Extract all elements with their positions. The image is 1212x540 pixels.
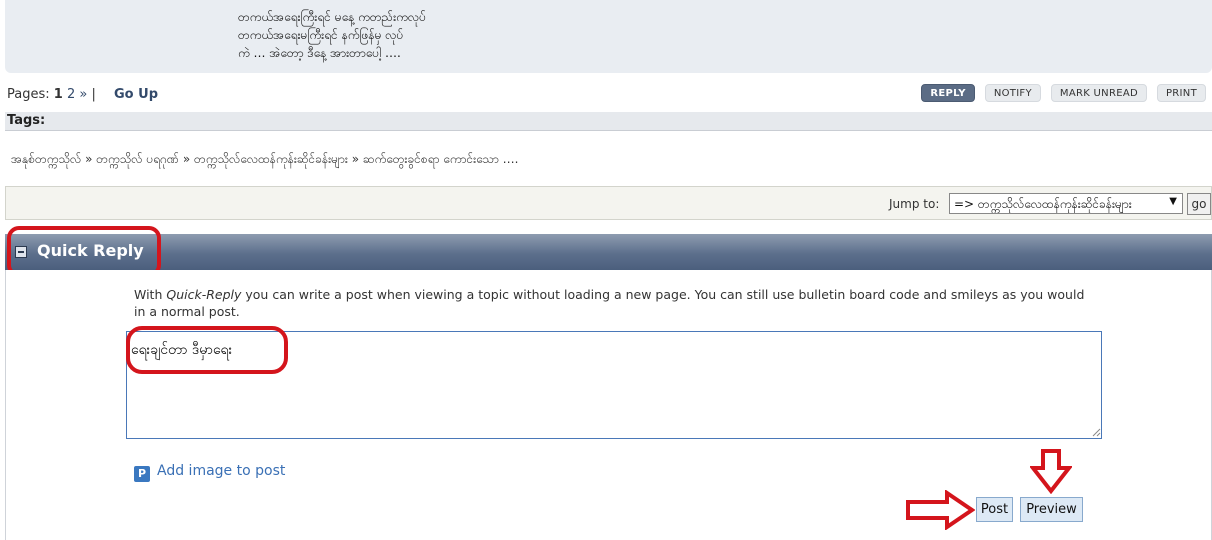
quick-reply-header[interactable]: Quick Reply <box>5 234 1212 270</box>
post-text: တကယ်အရေးကြီးရင် မနေ့ ကတည်းကလုပ် တကယ်အရေး… <box>238 8 426 62</box>
post-line: တကယ်အရေးမကြီးရင် နက်ဖြန်မှ လုပ် <box>238 28 404 42</box>
pages-separator: | <box>91 87 96 102</box>
breadcrumb-current: ဆက်တွေးခွင်စရာ ကောင်းသော …. <box>362 152 519 166</box>
post-body: တကယ်အရေးကြီးရင် မနေ့ ကတည်းကလုပ် တကယ်အရေး… <box>5 0 1212 73</box>
breadcrumb-item[interactable]: တက္ကသိုလ် ပရဂုဏ် <box>96 152 179 166</box>
arrow-right-icon <box>906 490 975 530</box>
description-text: With <box>134 287 167 302</box>
jump-bar: Jump to: => တက္ကသိုလ်လေထန်ကုန်းဆိုင်ခန်း… <box>5 186 1212 220</box>
breadcrumb: အနုစ်တက္ကသိုလ် » တက္ကသိုလ် ပရဂုဏ် » တက္က… <box>11 151 518 169</box>
post-button[interactable]: Post <box>976 497 1013 522</box>
jump-select[interactable]: => တက္ကသိုလ်လေထန်ကုန်းဆိုင်ခန်းများ ▼ <box>949 193 1183 214</box>
dropdown-arrow-icon: ▼ <box>1169 196 1177 207</box>
jump-label: Jump to: <box>889 197 940 211</box>
reply-button[interactable]: REPLY <box>921 84 975 102</box>
breadcrumb-item[interactable]: တက္ကသိုလ်လေထန်ကုန်းဆိုင်ခန်းများ <box>194 152 348 166</box>
breadcrumb-item[interactable]: အနုစ်တက္ကသိုလ် <box>11 152 81 166</box>
action-buttons: REPLY NOTIFY MARK UNREAD PRINT <box>921 84 1206 102</box>
tags-label: Tags: <box>7 113 46 128</box>
tags-bar: Tags: <box>5 112 1212 131</box>
highlight-annotation <box>126 326 288 374</box>
mark-unread-button[interactable]: MARK UNREAD <box>1050 84 1147 102</box>
next-page-link[interactable]: » <box>79 87 87 102</box>
breadcrumb-separator: » <box>182 152 191 166</box>
current-page: 1 <box>53 87 63 102</box>
jump-selected-value: => တက္ကသိုလ်လေထန်ကုန်းဆိုင်ခန်းများ <box>954 197 1132 211</box>
description-text: you can write a post when viewing a topi… <box>134 287 1085 319</box>
go-up-link[interactable]: Go Up <box>114 87 158 102</box>
resize-grip-icon[interactable] <box>1092 428 1101 437</box>
pages-label: Pages: <box>7 87 50 102</box>
post-line: ကဲ … အဲတော့ ဒီနေ့ အားတာပေါ့ …. <box>238 46 401 60</box>
page-2-link[interactable]: 2 <box>67 87 75 102</box>
quick-reply-description: With Quick-Reply you can write a post wh… <box>134 286 1094 320</box>
jump-go-button[interactable]: go <box>1187 193 1211 215</box>
add-image-label: Add image to post <box>157 463 286 479</box>
pagination: Pages: 1 2 » | Go Up <box>7 87 158 102</box>
arrow-down-icon <box>1030 449 1072 494</box>
add-image-link[interactable]: P Add image to post <box>134 463 285 482</box>
breadcrumb-separator: » <box>351 152 360 166</box>
notify-button[interactable]: NOTIFY <box>984 84 1041 102</box>
description-emphasis: Quick-Reply <box>166 287 242 302</box>
print-button[interactable]: PRINT <box>1156 84 1206 102</box>
image-icon: P <box>134 466 150 482</box>
post-line: တကယ်အရေးကြီးရင် မနေ့ ကတည်းကလုပ် <box>238 10 427 24</box>
preview-button[interactable]: Preview <box>1020 497 1083 522</box>
breadcrumb-separator: » <box>85 152 93 166</box>
